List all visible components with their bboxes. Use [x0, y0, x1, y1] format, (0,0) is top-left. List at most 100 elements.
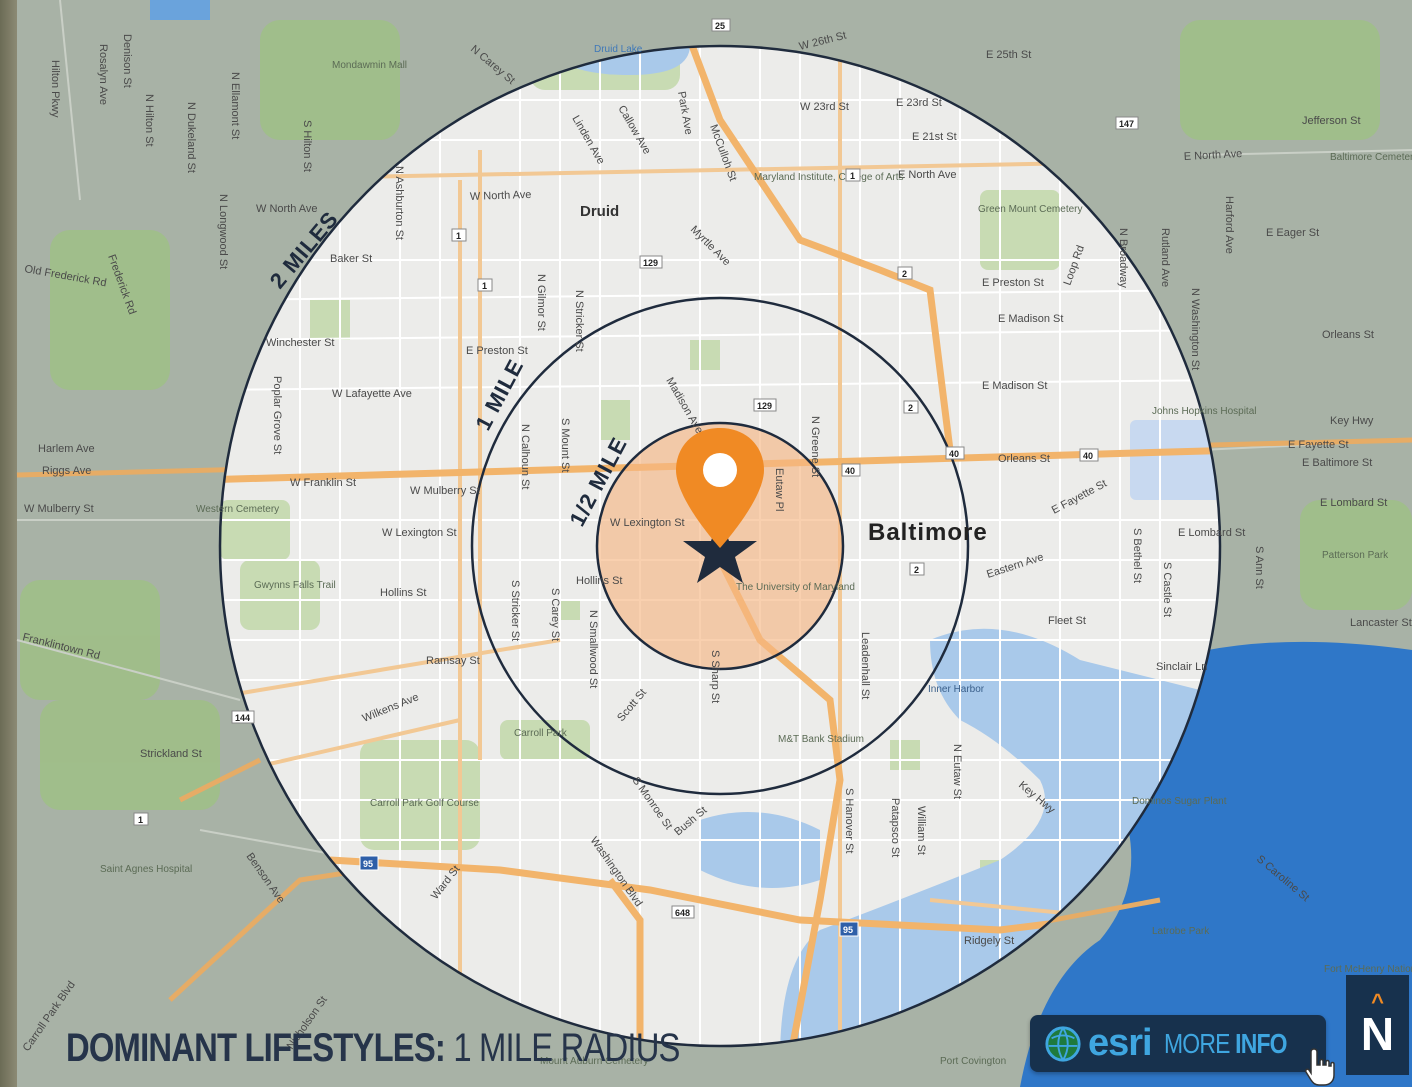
- highway-shield: 2: [897, 266, 913, 280]
- svg-text:40: 40: [1083, 451, 1093, 461]
- street-label: S Bethel St: [1131, 528, 1143, 583]
- highway-shield: 2: [909, 562, 925, 576]
- highway-shield: 1: [477, 278, 493, 292]
- street-label: N Washington St: [1189, 288, 1201, 370]
- poi-label: Fort McHenry National Monument and Histo…: [1324, 964, 1412, 975]
- street-label: Orleans St: [998, 453, 1050, 465]
- hand-pointer-icon: [1305, 1048, 1335, 1086]
- street-label: E Baltimore St: [1302, 457, 1372, 469]
- map-page: 1/2 MILE 1 MILE 2 MILES Baltimore Druid …: [0, 0, 1412, 1087]
- highway-shield: 147: [1115, 116, 1139, 130]
- city-label: Baltimore: [868, 519, 988, 546]
- poi-label: Mondawmin Mall: [332, 60, 407, 71]
- esri-more-info-button[interactable]: esri MORE INFO: [1030, 1015, 1326, 1072]
- svg-text:1: 1: [482, 281, 487, 291]
- svg-text:95: 95: [363, 859, 373, 869]
- svg-text:25: 25: [715, 21, 725, 31]
- street-label: N Smallwood St: [587, 610, 599, 688]
- highway-shield: 1: [451, 228, 467, 242]
- street-label: N Dukeland St: [185, 102, 197, 173]
- street-label: S Ann St: [1253, 546, 1265, 589]
- street-label: W North Ave: [256, 203, 318, 215]
- poi-label: Baltimore Cemetery: [1330, 152, 1412, 163]
- svg-text:147: 147: [1119, 119, 1134, 129]
- street-label: E Fayette St: [1288, 439, 1349, 451]
- street-label: N Stricker St: [573, 290, 585, 352]
- street-label: N Calhoun St: [519, 424, 531, 489]
- poi-label: Carroll Park Golf Course: [370, 798, 479, 809]
- street-label: N Ellamont St: [229, 72, 241, 139]
- map-canvas[interactable]: 1/2 MILE 1 MILE 2 MILES Baltimore Druid …: [0, 0, 1412, 1087]
- street-label: Strickland St: [140, 748, 202, 760]
- highway-shield: 25: [711, 18, 731, 32]
- info-text: INFO: [1234, 1027, 1287, 1059]
- north-arrow: ^ N: [1346, 975, 1409, 1075]
- street-label: Ramsay St: [426, 655, 480, 667]
- north-label: N: [1360, 1008, 1395, 1060]
- svg-text:95: 95: [843, 925, 853, 935]
- highway-shield: 144: [231, 710, 255, 724]
- street-label: E 21st St: [912, 131, 957, 143]
- svg-text:2: 2: [908, 403, 913, 413]
- street-label: S Castle St: [1161, 562, 1173, 617]
- street-label: E 25th St: [986, 49, 1031, 61]
- street-label: Riggs Ave: [42, 465, 91, 477]
- poi-label: The University of Maryland: [736, 582, 855, 593]
- poi-label: Western Cemetery: [196, 504, 279, 515]
- more-text: MORE: [1163, 1027, 1230, 1059]
- poi-label: M&T Bank Stadium: [778, 734, 864, 745]
- street-label: Key Hwy: [1330, 415, 1374, 427]
- street-label: S Hilton St: [301, 120, 313, 172]
- street-label: N Eutaw St: [951, 744, 963, 799]
- poi-label: Port Covington: [940, 1056, 1006, 1067]
- footer-title-bold: DOMINANT LIFESTYLES:: [66, 1026, 446, 1070]
- street-label: Poplar Grove St: [271, 376, 283, 454]
- svg-text:1: 1: [138, 815, 143, 825]
- street-label: William St: [915, 806, 927, 855]
- street-label: E Preston St: [466, 345, 528, 357]
- street-label: E Preston St: [982, 277, 1044, 289]
- street-label: Hollins St: [576, 575, 622, 587]
- street-label: Hilton Pkwy: [49, 60, 61, 118]
- street-label: W Lexington St: [382, 527, 457, 539]
- highway-shield: 129: [639, 255, 663, 269]
- street-label: Baker St: [330, 253, 372, 265]
- poi-label: Green Mount Cemetery: [978, 204, 1083, 215]
- esri-logo-text: esri: [1088, 1022, 1153, 1064]
- svg-text:144: 144: [235, 713, 250, 723]
- street-label: Jefferson St: [1302, 115, 1361, 127]
- highway-shield: 95: [359, 855, 379, 871]
- svg-text:1: 1: [850, 171, 855, 181]
- street-label: W Franklin St: [290, 477, 356, 489]
- street-label: E North Ave: [898, 169, 957, 181]
- street-label: E 23rd St: [896, 97, 942, 109]
- globe-icon: [1045, 1025, 1081, 1062]
- street-label: W Mulberry St: [24, 503, 94, 515]
- street-label: W Lexington St: [610, 517, 685, 529]
- svg-text:129: 129: [643, 258, 658, 268]
- street-label: Harford Ave: [1223, 196, 1235, 254]
- street-label: Patapsco St: [889, 798, 901, 857]
- street-label: Hollins St: [380, 587, 426, 599]
- street-label: Rutland Ave: [1159, 228, 1171, 287]
- street-label: S Hanover St: [843, 788, 855, 853]
- street-label: N Hilton St: [143, 94, 155, 147]
- street-label: N Ashburton St: [393, 166, 405, 240]
- street-label: Lancaster St: [1350, 617, 1412, 629]
- street-label: Rosalyn Ave: [97, 44, 109, 105]
- highway-shield: 1: [845, 168, 861, 182]
- svg-text:40: 40: [845, 466, 855, 476]
- svg-text:129: 129: [757, 401, 772, 411]
- street-label: W Mulberry St: [410, 485, 480, 497]
- poi-label: Patterson Park: [1322, 550, 1389, 561]
- svg-text:648: 648: [675, 908, 690, 918]
- street-label: Denison St: [121, 34, 133, 88]
- poi-label: Maryland Institute, College of Arts: [754, 172, 904, 183]
- poi-label: Gwynns Falls Trail: [254, 580, 336, 591]
- poi-label: Latrobe Park: [1152, 926, 1210, 937]
- street-label: N Greene St: [809, 416, 821, 477]
- street-label: W North Ave: [470, 189, 532, 203]
- street-label: Ridgely St: [964, 935, 1014, 947]
- street-label: Eutaw Pl: [773, 468, 785, 511]
- highway-shield: 95: [839, 921, 859, 937]
